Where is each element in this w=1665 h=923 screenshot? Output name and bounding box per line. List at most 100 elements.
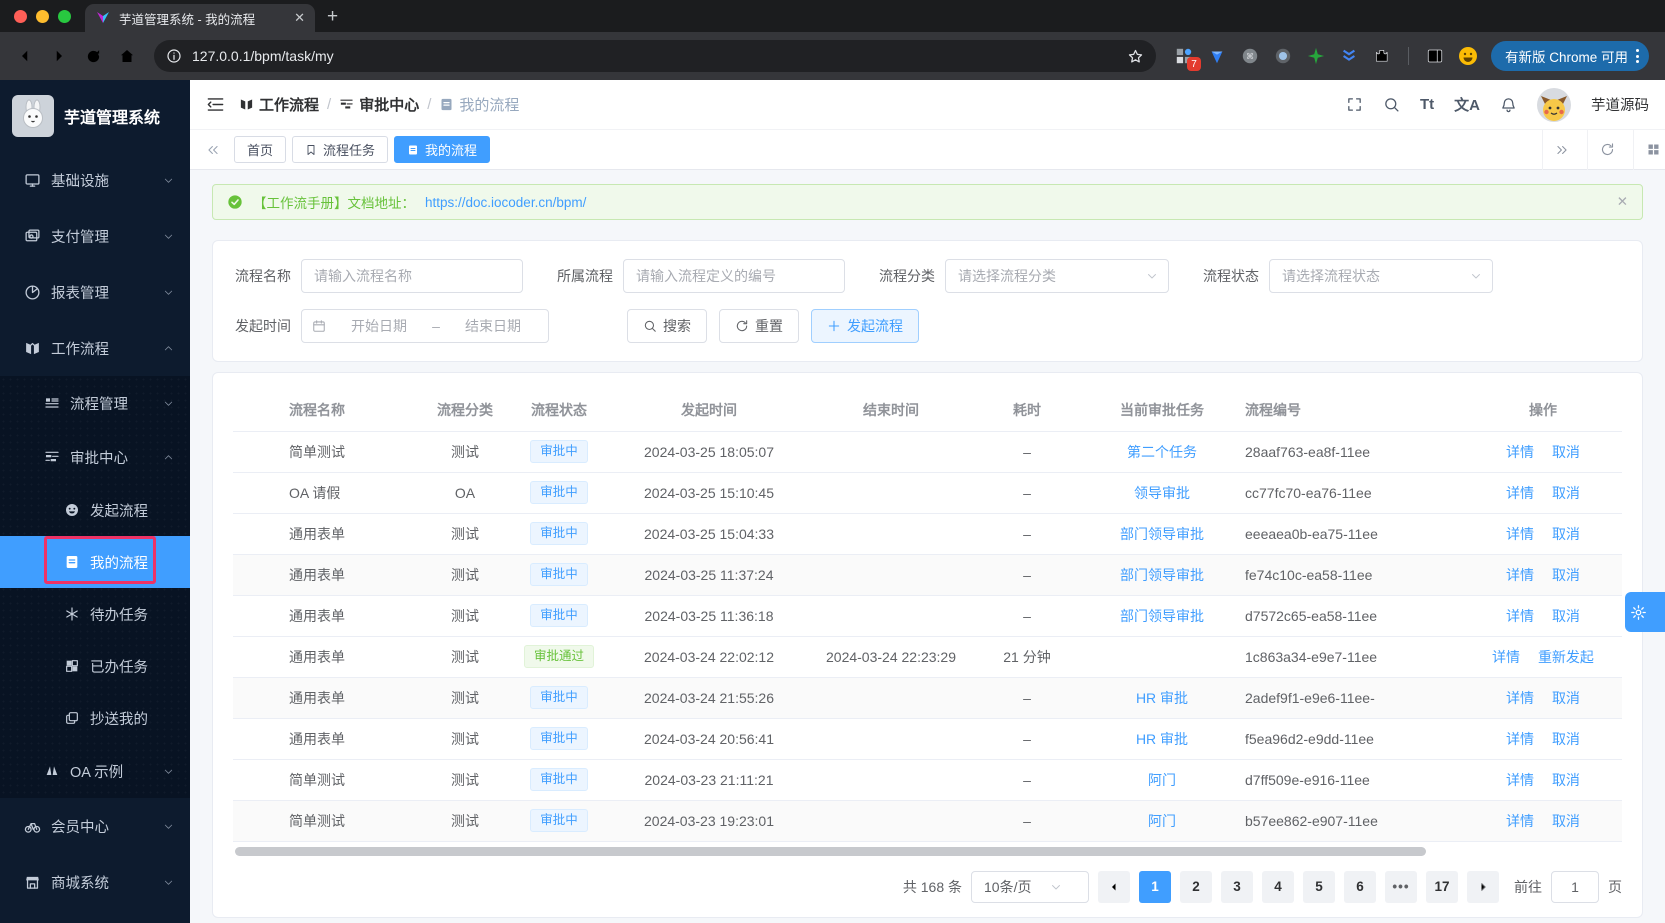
current-task-link[interactable]: 部门领导审批 [1120,526,1204,542]
bell-icon[interactable] [1500,96,1517,113]
extension-star-icon[interactable] [1306,46,1326,66]
translate-icon[interactable]: 文A [1454,94,1480,115]
alert-close-icon[interactable]: ✕ [1617,194,1628,210]
sidebar-item-payment[interactable]: 支付管理 [0,208,190,264]
page-size-select[interactable]: 10条/页 [971,870,1089,903]
cancel-link[interactable]: 取消 [1552,608,1580,624]
browser-tab[interactable]: 芋道管理系统 - 我的流程 ✕ [85,4,315,32]
address-bar[interactable]: 127.0.0.1/bpm/task/my [154,40,1156,72]
process-status-select[interactable]: 请选择流程状态 [1269,259,1493,293]
pagination-page-1[interactable]: 1 [1139,870,1171,903]
pagination-page-4[interactable]: 4 [1262,870,1294,903]
pagination-prev-icon[interactable] [1098,870,1130,903]
window-controls[interactable] [0,10,85,32]
tags-scroll-left-icon[interactable] [198,143,228,157]
refresh-page-icon[interactable] [1587,129,1627,170]
scrollbar-thumb[interactable] [235,846,1427,856]
horizontal-scrollbar[interactable] [235,846,1620,856]
user-avatar[interactable] [1537,87,1571,122]
start-time-range-picker[interactable]: 开始日期 – 结束日期 [301,309,549,343]
sidebar-item-approval-center[interactable]: 审批中心 [0,430,190,484]
chrome-update-pill[interactable]: 有新版 Chrome 可用 [1490,41,1649,71]
pagination-page-5[interactable]: 5 [1303,870,1335,903]
cancel-link[interactable]: 取消 [1552,567,1580,583]
pagination-page-2[interactable]: 2 [1180,870,1212,903]
cancel-link[interactable]: 取消 [1552,772,1580,788]
process-name-input[interactable] [301,259,523,293]
fullscreen-icon[interactable] [1346,96,1363,113]
font-size-icon[interactable]: Tt [1420,96,1434,113]
pagination-page-3[interactable]: 3 [1221,870,1253,903]
search-icon[interactable] [1383,96,1400,113]
sidebar-item-infrastructure[interactable]: 基础设施 [0,152,190,208]
reset-button[interactable]: 重置 [719,309,799,343]
extension-command-icon[interactable]: ⌘ [1240,46,1260,66]
layout-grid-icon[interactable] [1633,129,1665,170]
sidebar-item-member-center[interactable]: 会员中心 [0,798,190,854]
new-tab-button[interactable]: + [315,6,352,32]
username[interactable]: 芋道源码 [1591,94,1649,115]
breadcrumb-workflow[interactable]: 工作流程 [239,94,319,115]
create-process-button[interactable]: 发起流程 [811,309,919,343]
sidebar-item-cc-me[interactable]: 抄送我的 [0,692,190,744]
collapse-menu-icon[interactable] [206,95,225,114]
detail-link[interactable]: 详情 [1492,649,1520,665]
url-text[interactable]: 127.0.0.1/bpm/task/my [192,48,1117,64]
side-panel-icon[interactable] [1425,46,1445,66]
sidebar-item-report[interactable]: 报表管理 [0,264,190,320]
detail-link[interactable]: 详情 [1506,608,1534,624]
browser-menu-icon[interactable] [1634,49,1641,63]
current-task-link[interactable]: 部门领导审批 [1120,567,1204,583]
pagination-next-icon[interactable] [1467,870,1499,903]
current-task-link[interactable]: HR 审批 [1136,690,1188,706]
close-window-button[interactable] [14,10,27,23]
extension-circle-icon[interactable] [1273,46,1293,66]
detail-link[interactable]: 详情 [1506,731,1534,747]
extension-gem-icon[interactable] [1207,46,1227,66]
breadcrumb-approval-center[interactable]: 审批中心 [339,94,419,115]
detail-link[interactable]: 详情 [1506,772,1534,788]
app-logo[interactable]: 芋道管理系统 [0,88,190,144]
extension-chevrons-icon[interactable] [1339,46,1359,66]
cancel-link[interactable]: 重新发起 [1538,649,1594,665]
pagination-page-6[interactable]: 6 [1344,870,1376,903]
process-definition-input[interactable] [623,259,845,293]
cancel-link[interactable]: 取消 [1552,444,1580,460]
process-category-select[interactable]: 请选择流程分类 [945,259,1169,293]
sidebar-item-my-process[interactable]: 我的流程 [0,536,190,588]
cancel-link[interactable]: 取消 [1552,526,1580,542]
bookmark-star-icon[interactable] [1127,48,1144,65]
extension-grid-icon[interactable]: 7 [1174,46,1201,71]
tab-process-task[interactable]: 流程任务 [292,136,389,163]
detail-link[interactable]: 详情 [1506,485,1534,501]
extensions-puzzle-icon[interactable] [1372,46,1392,66]
reload-icon[interactable] [78,41,108,71]
forward-icon[interactable] [44,41,74,71]
minimize-window-button[interactable] [36,10,49,23]
sidebar-item-done-tasks[interactable]: 已办任务 [0,640,190,692]
cancel-link[interactable]: 取消 [1552,813,1580,829]
tab-home[interactable]: 首页 [234,136,287,163]
sidebar-item-process-manage[interactable]: 流程管理 [0,376,190,430]
pagination-page-17[interactable]: 17 [1426,870,1458,903]
cancel-link[interactable]: 取消 [1552,690,1580,706]
detail-link[interactable]: 详情 [1506,444,1534,460]
detail-link[interactable]: 详情 [1506,690,1534,706]
current-task-link[interactable]: 部门领导审批 [1120,608,1204,624]
current-task-link[interactable]: 阿门 [1148,813,1176,829]
theme-settings-button[interactable] [1625,592,1665,632]
tags-scroll-right-icon[interactable] [1542,129,1581,170]
alert-doc-link[interactable]: https://doc.iocoder.cn/bpm/ [425,195,586,210]
current-task-link[interactable]: HR 审批 [1136,731,1188,747]
sidebar-item-mall-system[interactable]: 商城系统 [0,854,190,910]
tab-my-process[interactable]: 我的流程 [394,136,491,163]
current-task-link[interactable]: 第二个任务 [1127,444,1197,460]
cancel-link[interactable]: 取消 [1552,731,1580,747]
detail-link[interactable]: 详情 [1506,526,1534,542]
current-task-link[interactable]: 领导审批 [1134,485,1190,501]
sidebar-item-initiate-process[interactable]: 发起流程 [0,484,190,536]
home-icon[interactable] [112,41,142,71]
sidebar-item-todo-tasks[interactable]: 待办任务 [0,588,190,640]
detail-link[interactable]: 详情 [1506,567,1534,583]
site-info-icon[interactable] [166,48,182,64]
